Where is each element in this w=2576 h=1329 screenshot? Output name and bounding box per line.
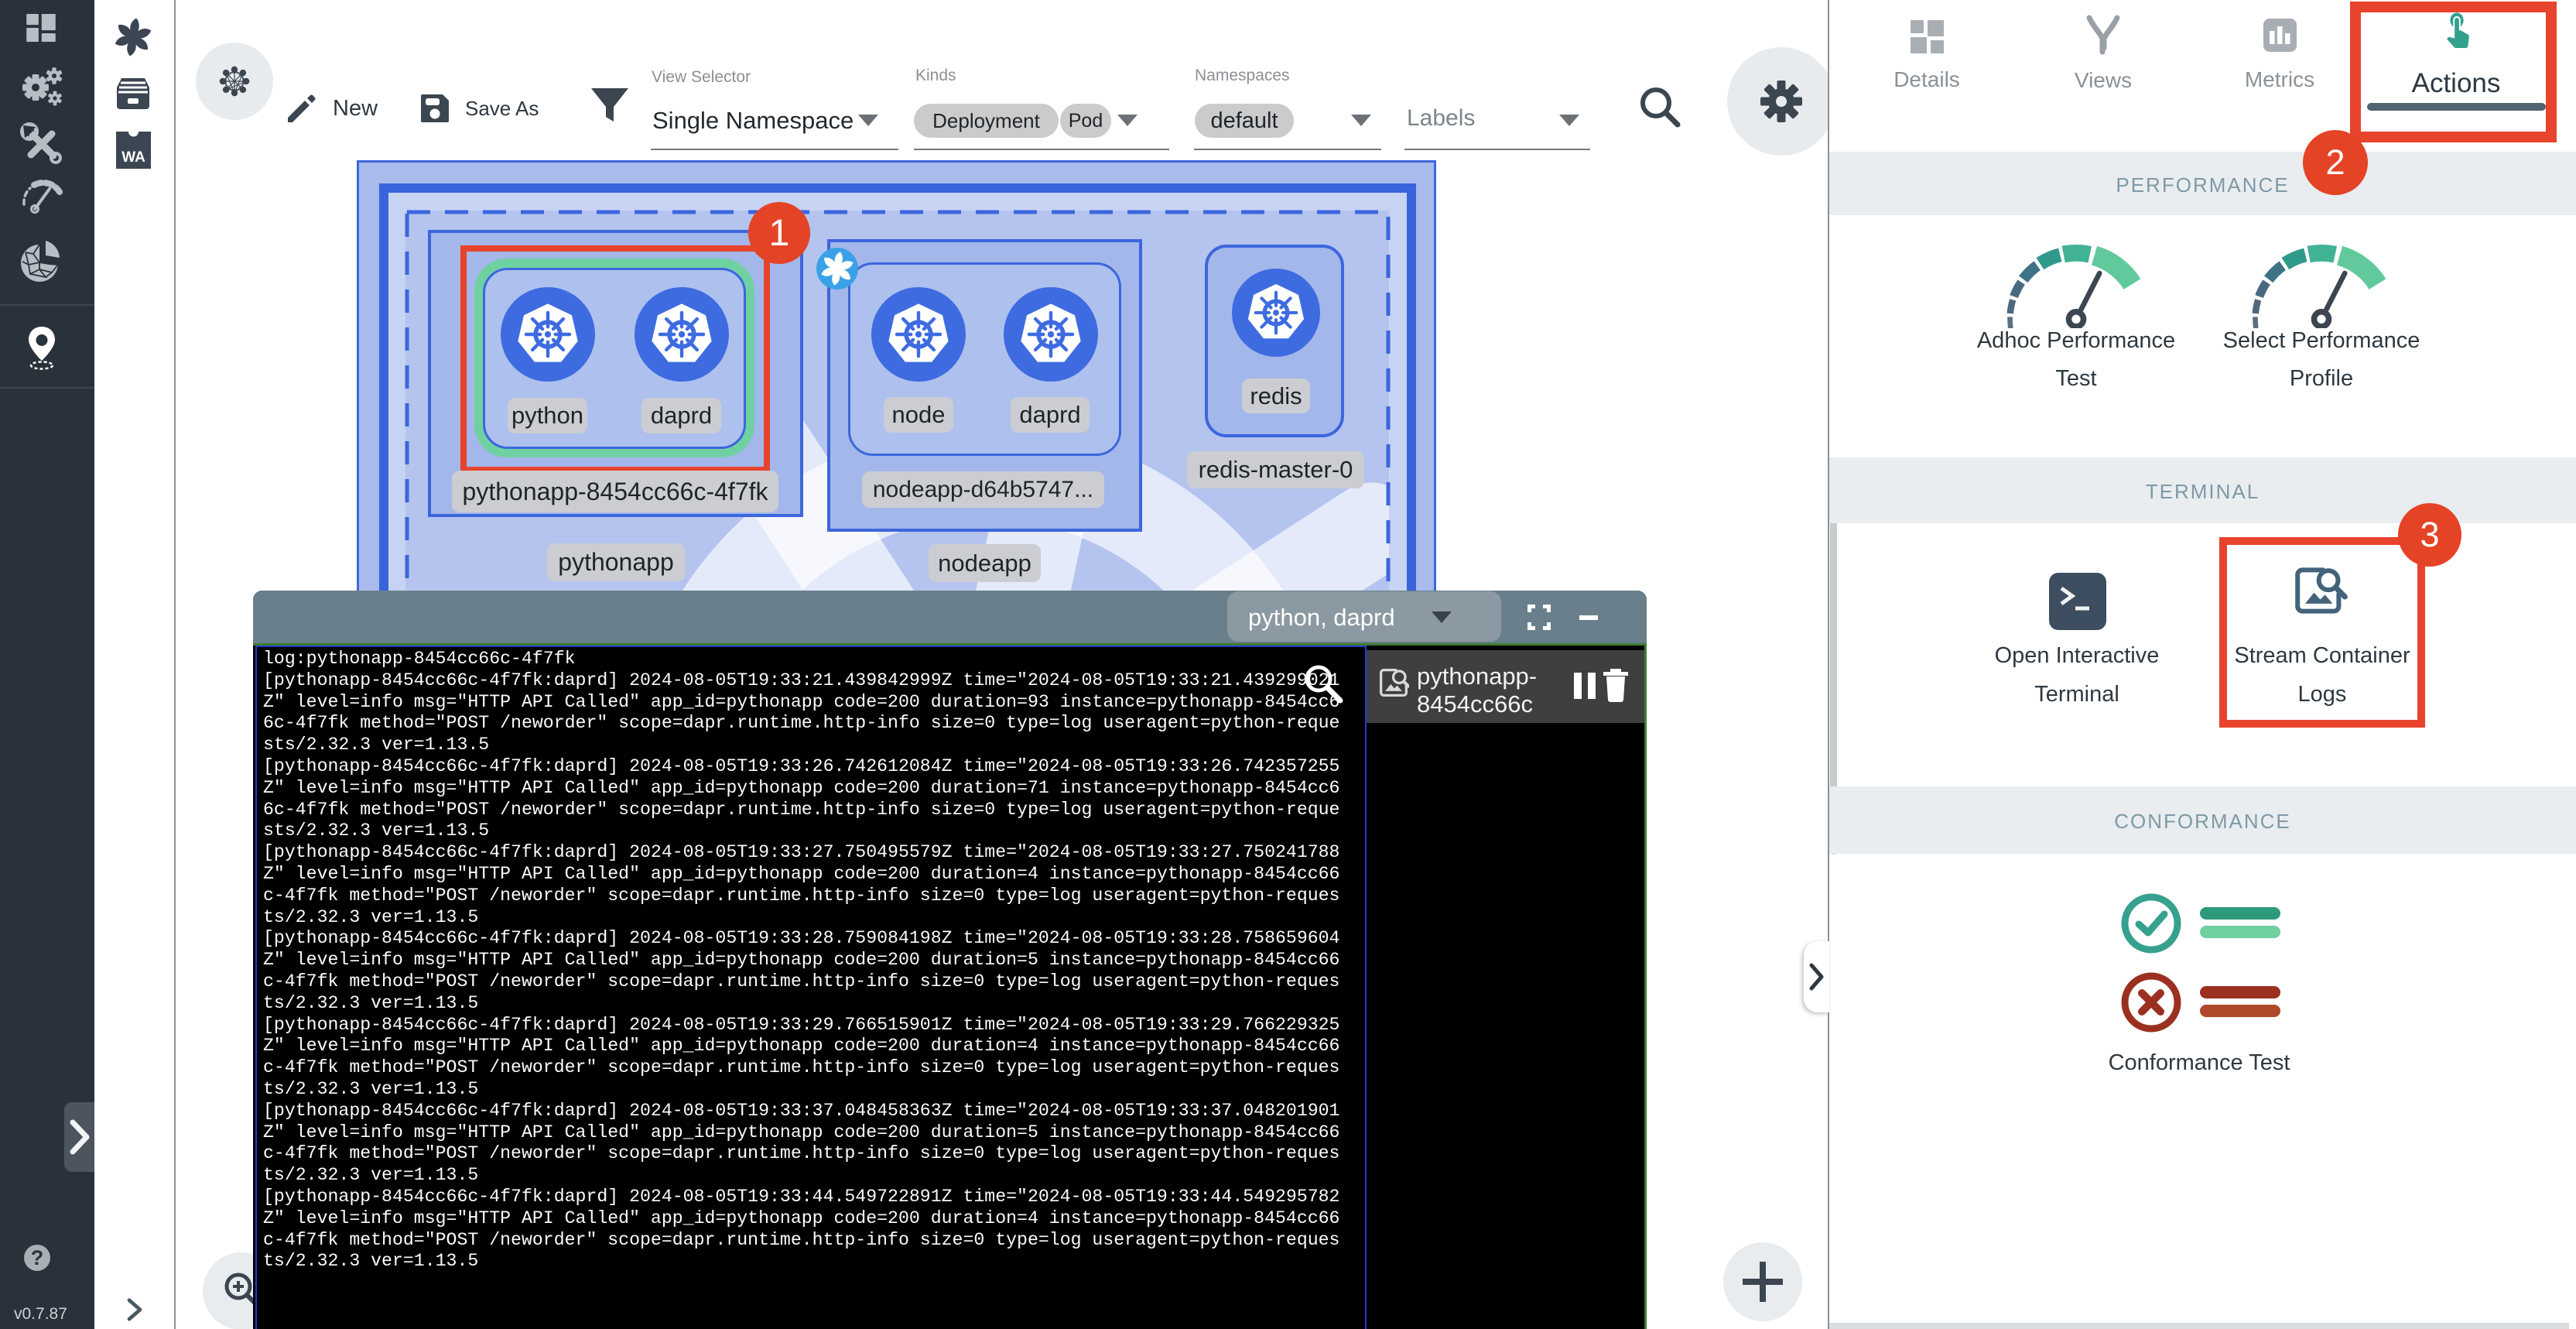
svg-text:WA: WA <box>121 149 145 166</box>
